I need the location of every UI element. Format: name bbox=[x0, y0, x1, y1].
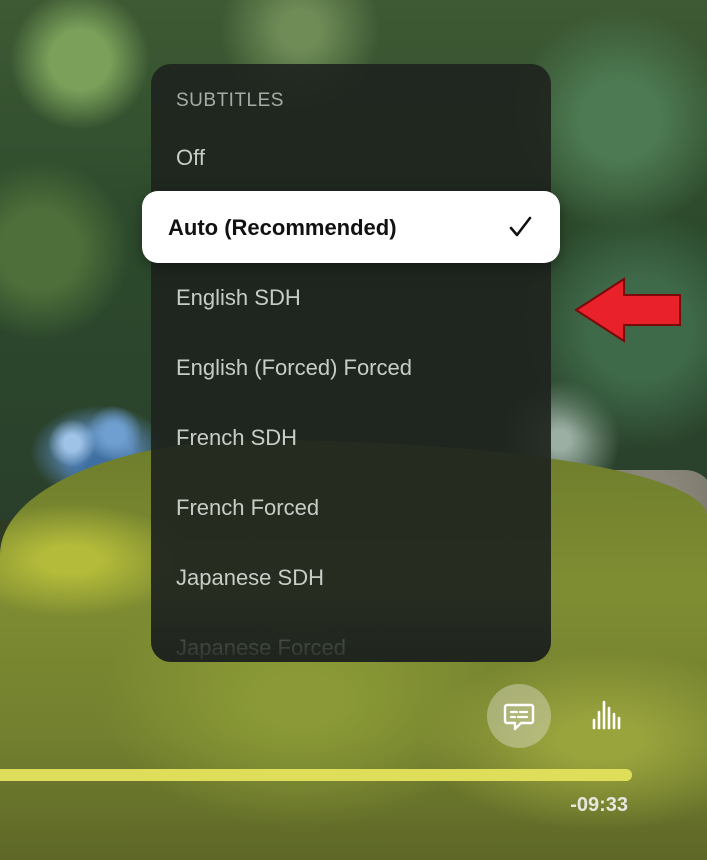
checkmark-icon bbox=[509, 216, 532, 237]
red-arrow-annotation bbox=[574, 277, 681, 343]
subtitle-option-english-forced[interactable]: English (Forced) Forced bbox=[176, 355, 412, 381]
subtitle-bubble-icon bbox=[503, 703, 535, 731]
progress-bar[interactable] bbox=[0, 769, 632, 781]
subtitle-option-japanese-sdh[interactable]: Japanese SDH bbox=[176, 565, 324, 591]
subtitle-option-french-sdh[interactable]: French SDH bbox=[176, 425, 297, 451]
subtitles-button[interactable] bbox=[487, 684, 551, 748]
subtitles-menu: SUBTITLES Off English SDH English (Force… bbox=[151, 64, 551, 662]
menu-header: SUBTITLES bbox=[176, 90, 284, 111]
subtitle-option-off[interactable]: Off bbox=[176, 145, 205, 171]
selected-option-label: Auto (Recommended) bbox=[168, 215, 397, 240]
subtitle-option-english-sdh[interactable]: English SDH bbox=[176, 285, 301, 311]
subtitle-option-auto-selected[interactable]: Auto (Recommended) bbox=[142, 191, 560, 263]
subtitle-option-japanese-forced[interactable]: Japanese Forced bbox=[176, 635, 346, 661]
time-remaining: -09:33 bbox=[570, 794, 628, 816]
subtitle-option-french-forced[interactable]: French Forced bbox=[176, 495, 319, 521]
progress-fill bbox=[0, 769, 632, 781]
audio-bars-icon[interactable] bbox=[590, 696, 626, 736]
